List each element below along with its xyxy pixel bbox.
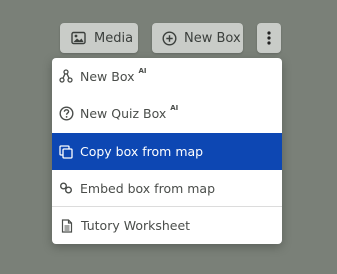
copy-icon	[58, 144, 74, 160]
document-icon	[59, 218, 75, 234]
plus-circle-icon	[161, 30, 177, 46]
dropdown-menu: New Box AI New Quiz Box AI Copy box from…	[52, 58, 282, 244]
ai-badge: AI	[138, 67, 147, 75]
link-icon	[58, 180, 74, 196]
menu-item-new-quiz-box[interactable]: New Quiz Box AI	[52, 94, 282, 132]
menu-item-copy-box-from-map[interactable]: Copy box from map	[52, 133, 282, 170]
ai-badge: AI	[170, 104, 179, 112]
new-box-button[interactable]: New Box	[152, 23, 243, 53]
new-box-button-label: New Box	[184, 30, 241, 46]
menu-item-label: Embed box from map	[80, 180, 216, 196]
toolbar: Media New Box	[0, 0, 337, 58]
question-circle-icon	[58, 105, 74, 121]
image-icon	[70, 30, 86, 46]
menu-item-new-box[interactable]: New Box AI	[52, 58, 282, 94]
more-options-button[interactable]	[257, 23, 281, 53]
menu-item-label: Tutory Worksheet	[81, 218, 191, 233]
more-vertical-icon	[261, 30, 277, 46]
menu-item-label: New Box	[80, 68, 135, 84]
menu-item-embed-box-from-map[interactable]: Embed box from map	[52, 170, 282, 206]
media-button[interactable]: Media	[60, 23, 138, 53]
menu-item-label: New Quiz Box	[80, 105, 167, 121]
media-button-label: Media	[94, 30, 134, 46]
hub-icon	[58, 68, 74, 84]
menu-item-label: Copy box from map	[80, 144, 204, 159]
menu-item-tutory-worksheet[interactable]: Tutory Worksheet	[52, 207, 282, 244]
